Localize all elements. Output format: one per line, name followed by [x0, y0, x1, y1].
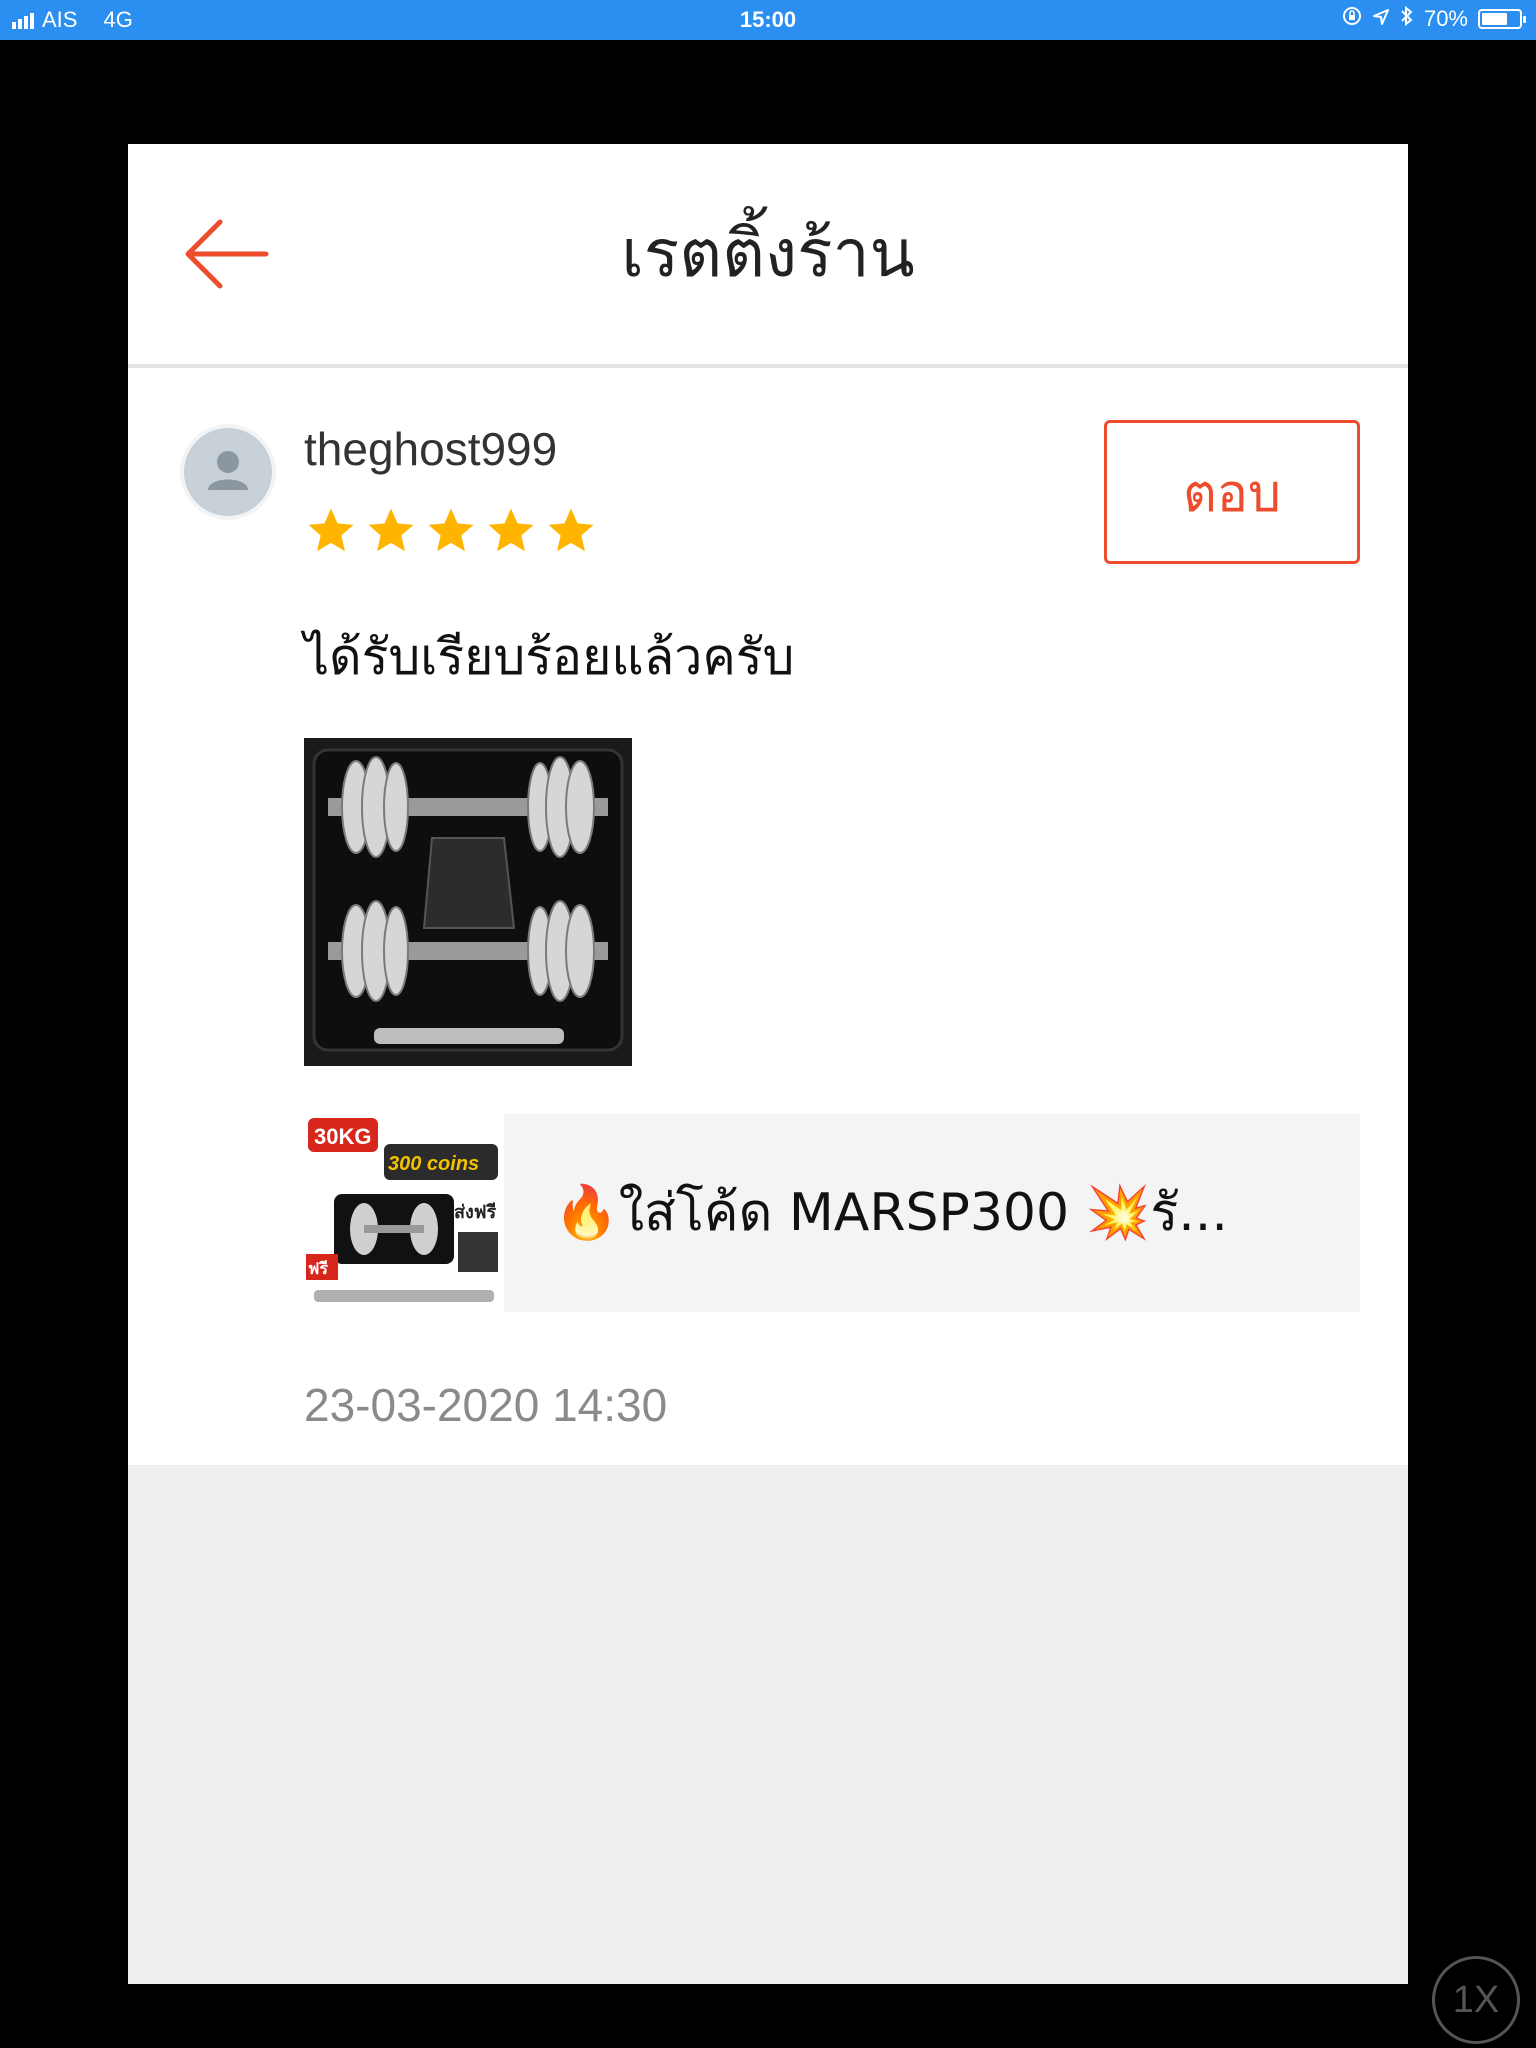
battery-icon	[1478, 9, 1526, 29]
review-comment: ได้รับเรียบร้อยแล้วครับ	[304, 628, 795, 686]
star-icon	[488, 508, 534, 552]
location-icon	[1372, 6, 1390, 32]
star-rating	[304, 504, 598, 558]
review-card: theghost999 ตอบ ได้รับเรียบร้อยแล้วครับ	[128, 368, 1408, 1465]
battery-fill	[1482, 13, 1508, 25]
status-right: 70%	[1342, 5, 1526, 32]
product-thumbnail-image: 30KG 300 coins ส่งฟรี ฟรี	[304, 1114, 504, 1312]
battery-percent: 70%	[1423, 6, 1468, 31]
username[interactable]: theghost999	[304, 422, 557, 476]
review-timestamp: 23-03-2020 14:30	[304, 1379, 668, 1431]
status-bar: AIS 4G 15:00 70%	[0, 0, 1536, 40]
playback-speed-button[interactable]: 1X	[1432, 1956, 1520, 2044]
product-free-ship: ส่งฟรี	[454, 1202, 497, 1223]
product-coins: 300 coins	[388, 1153, 479, 1175]
reply-button[interactable]: ตอบ	[1104, 420, 1360, 564]
product-title: 🔥ใส่โค้ด MARSP300 💥รั...	[554, 1183, 1228, 1243]
star-icon	[308, 508, 354, 552]
dumbbell-photo-image	[304, 738, 632, 1066]
product-badge: 30KG	[314, 1124, 371, 1149]
bluetooth-icon	[1400, 5, 1414, 32]
star-icon	[548, 508, 594, 552]
product-free: ฟรี	[308, 1259, 328, 1278]
star-icon	[428, 508, 474, 552]
avatar[interactable]	[180, 424, 276, 520]
star-icon	[368, 508, 414, 552]
header: เรตติ้งร้าน	[128, 144, 1408, 368]
user-icon	[208, 451, 248, 490]
page-title: เรตติ้งร้าน	[621, 215, 915, 292]
product-link[interactable]: 30KG 300 coins ส่งฟรี ฟรี 🔥ใส่โค้ด MARSP…	[304, 1114, 1360, 1312]
review-photo[interactable]	[304, 738, 632, 1066]
product-thumbnail: 30KG 300 coins ส่งฟรี ฟรี	[304, 1114, 504, 1312]
status-time: 15:00	[739, 7, 797, 32]
rating-panel: เรตติ้งร้าน theghost999 ตอบ ได้รับเรียบร…	[128, 144, 1408, 1984]
rotation-lock-icon	[1342, 6, 1362, 32]
